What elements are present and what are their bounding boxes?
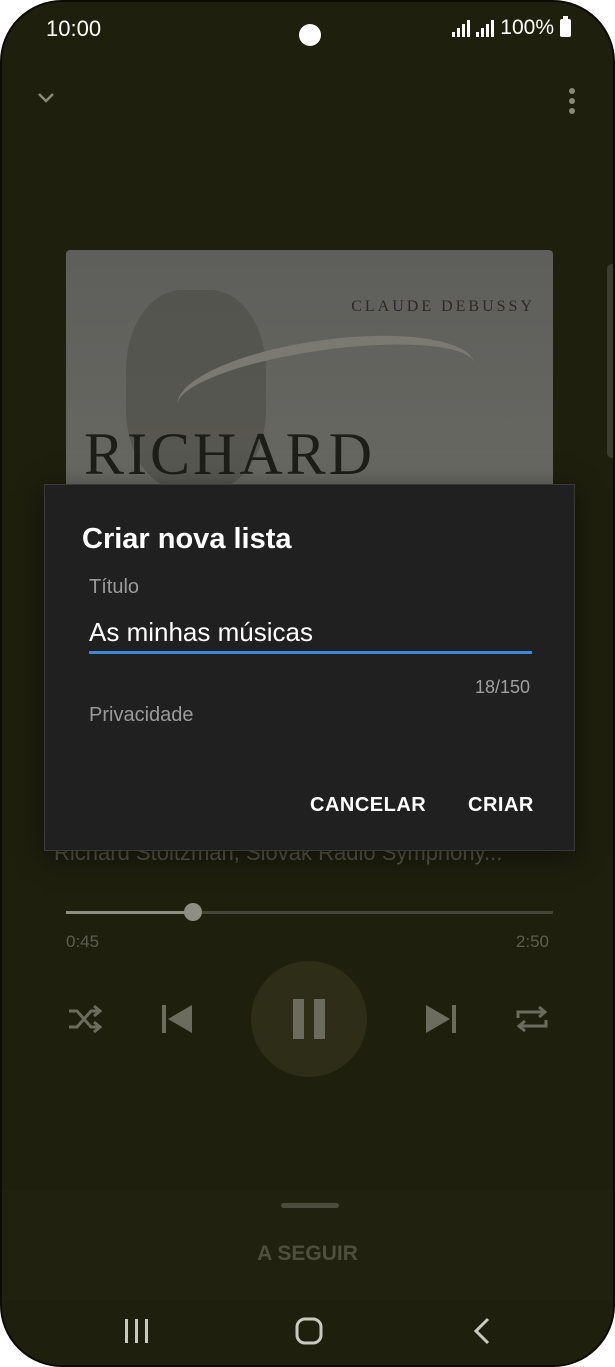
create-playlist-dialog: Criar nova lista Título 18/150 Privacida… <box>44 484 575 851</box>
pause-button[interactable] <box>251 961 367 1077</box>
status-time: 10:00 <box>46 16 102 41</box>
pause-bar-right <box>314 999 325 1039</box>
front-camera <box>299 24 321 46</box>
back-icon[interactable] <box>472 1317 492 1345</box>
seek-bar-thumb[interactable] <box>183 903 202 921</box>
previous-track-icon[interactable] <box>158 1001 196 1037</box>
battery-icon <box>560 16 571 37</box>
playlist-title-input[interactable] <box>89 613 532 654</box>
signal-icon <box>452 19 471 37</box>
repeat-icon[interactable] <box>512 1002 552 1036</box>
create-button[interactable]: CRIAR <box>468 794 534 817</box>
album-art-name: RICHARD <box>84 421 376 487</box>
signal-icon-2 <box>476 19 495 37</box>
album-art-composer: CLAUDE DEBUSSY <box>351 298 535 315</box>
title-field-label: Título <box>89 576 140 598</box>
status-bar: 10:00 100% <box>2 2 613 58</box>
home-icon[interactable] <box>295 1317 323 1345</box>
cancel-button[interactable]: CANCELAR <box>310 794 426 817</box>
phone-screen: 10:00 100% CLAUDE DEBUSSY RICHARD Richar… <box>0 0 615 1367</box>
up-next-label[interactable]: A SEGUIR <box>2 1242 613 1266</box>
seek-bar[interactable] <box>66 903 553 921</box>
collapse-chevron-icon[interactable] <box>34 86 58 110</box>
sheet-drag-handle[interactable] <box>281 1203 339 1208</box>
character-counter: 18/150 <box>474 677 530 697</box>
total-duration: 2:50 <box>515 932 549 951</box>
edge-panel-handle[interactable] <box>607 264 613 458</box>
status-right: 100% <box>452 16 571 40</box>
dialog-title: Criar nova lista <box>82 523 292 555</box>
privacy-setting[interactable]: Privacidade <box>89 704 194 727</box>
recents-icon[interactable] <box>122 1318 152 1344</box>
shuffle-icon[interactable] <box>66 1002 104 1036</box>
elapsed-time: 0:45 <box>66 932 100 951</box>
battery-percent: 100% <box>500 16 554 39</box>
next-track-icon[interactable] <box>422 1001 460 1037</box>
seek-bar-fill <box>66 911 193 914</box>
more-options-icon[interactable] <box>562 86 582 116</box>
pause-bar-left <box>293 999 304 1039</box>
